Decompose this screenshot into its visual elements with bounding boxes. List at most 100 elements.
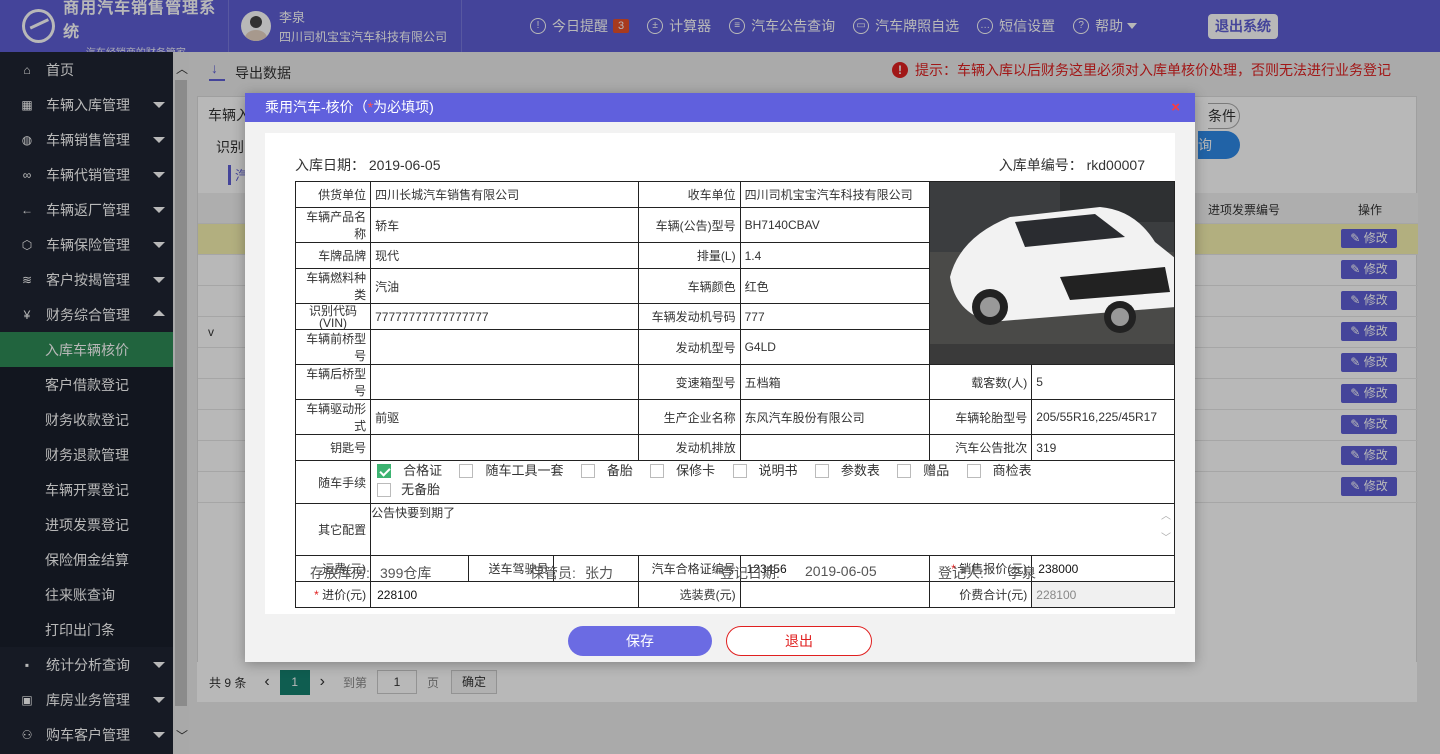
checkbox-params[interactable]: 参数表 [814, 463, 880, 479]
exit-button[interactable]: 退出 [726, 626, 872, 656]
rear-axle-label: 车辆后桥型号 [294, 364, 372, 400]
receiver-field[interactable]: 四川司机宝宝汽车科技有限公司 [739, 181, 931, 208]
reg-date-value: 2019-06-05 [805, 563, 877, 579]
textarea-scroll-icon[interactable]: ︿ ﹀ [1160, 506, 1172, 552]
batch-label: 汽车公告批次 [929, 434, 1033, 461]
checkbox-manual[interactable]: 说明书 [732, 463, 798, 479]
in-no-value: rkd00007 [1086, 157, 1145, 173]
brand-label: 车牌品牌 [294, 242, 372, 269]
vin-field[interactable]: 77777777777777777 [370, 303, 639, 330]
receiver-label: 收车单位 [637, 181, 741, 208]
pricing-dialog: 乘用汽车-核价（*为必填项) × 入库日期： 2019-06-05 入库单编号：… [245, 93, 1195, 662]
vehicle-form: 供货单位 四川长城汽车销售有限公司 收车单位 四川司机宝宝汽车科技有限公司 车辆… [294, 181, 1175, 608]
accessories-group: 合格证 随车工具一套 备胎 保修卡 说明书 参数表 赠品 商检表 无备胎 [370, 460, 1175, 504]
front-axle-field[interactable] [370, 329, 639, 365]
drive-field[interactable]: 前驱 [370, 399, 639, 435]
checkbox-icon[interactable] [897, 464, 912, 478]
checkbox-label: 保修卡 [676, 463, 716, 478]
checkbox-label: 说明书 [758, 463, 798, 478]
option-fee-label: 选装费(元) [637, 581, 741, 608]
supplier-field[interactable]: 四川长城汽车销售有限公司 [370, 181, 639, 208]
emission-field[interactable] [739, 434, 931, 461]
close-icon[interactable]: × [1171, 99, 1180, 116]
cost-field[interactable]: 228100 [370, 581, 639, 608]
required-star: * [314, 588, 323, 602]
keeper-label: 保管员: [530, 565, 576, 581]
key-label: 钥匙号 [294, 434, 372, 461]
fuel-field[interactable]: 汽油 [370, 268, 639, 304]
checkbox-tools[interactable]: 随车工具一套 [459, 463, 563, 479]
emission-label: 发动机排放 [637, 434, 741, 461]
color-field[interactable]: 红色 [739, 268, 931, 304]
title-text: 乘用汽车-核价（ [265, 99, 368, 115]
in-no: 入库单编号： rkd00007 [999, 155, 1145, 175]
title-end: 为必填项) [373, 99, 434, 115]
checkbox-inspection[interactable]: 商检表 [966, 463, 1032, 479]
engine-no-field[interactable]: 777 [739, 303, 931, 330]
seats-field[interactable]: 5 [1031, 364, 1175, 400]
accessories-label: 随车手续 [294, 460, 372, 504]
save-button[interactable]: 保存 [568, 626, 712, 656]
front-axle-label: 车辆前桥型号 [294, 329, 372, 365]
total-field: 228100 [1031, 581, 1175, 608]
seats-label: 载客数(人) [929, 364, 1033, 400]
option-fee-field[interactable] [739, 581, 931, 608]
batch-field[interactable]: 319 [1031, 434, 1175, 461]
sale-price-value[interactable]: 238000 [1036, 557, 1170, 581]
in-date: 入库日期： 2019-06-05 [295, 155, 441, 175]
checkbox-gift[interactable]: 赠品 [897, 463, 949, 479]
brand-field[interactable]: 现代 [370, 242, 639, 269]
registrar-label: 登记人: [938, 565, 984, 581]
sale-price-field[interactable]: 238000 [1031, 555, 1175, 582]
total-label: 价费合计(元) [929, 581, 1033, 608]
store-value: 399仓库 [380, 565, 432, 581]
dialog-body: 入库日期： 2019-06-05 入库单编号： rkd00007 供货单位 四川… [265, 133, 1175, 614]
product-label: 车辆产品名称 [294, 207, 372, 243]
rear-axle-field[interactable] [370, 364, 639, 400]
displacement-label: 排量(L) [637, 242, 741, 269]
checkbox-no-spare[interactable]: 无备胎 [377, 482, 440, 498]
gearbox-field[interactable]: 五档箱 [739, 364, 931, 400]
maker-field[interactable]: 东风汽车股份有限公司 [739, 399, 931, 435]
store-label: 存放库房: [310, 565, 370, 581]
model-field[interactable]: BH7140CBAV [739, 207, 931, 243]
reg-date-label: 登记日期: [720, 565, 780, 581]
in-date-value: 2019-06-05 [368, 157, 441, 173]
registrar-value: 李泉 [1008, 565, 1036, 581]
checkbox-icon[interactable] [966, 464, 981, 478]
displacement-field[interactable]: 1.4 [739, 242, 931, 269]
checkbox-icon[interactable] [377, 483, 392, 497]
cost-label: * 进价(元) [294, 581, 372, 608]
checkbox-icon[interactable] [732, 464, 747, 478]
other-config-textarea[interactable]: 公告快要到期了 ︿ ﹀ [370, 503, 1175, 556]
product-field[interactable]: 轿车 [370, 207, 639, 243]
in-date-label: 入库日期： [295, 157, 365, 173]
dialog-title: 乘用汽车-核价（*为必填项) [245, 93, 1195, 122]
checkbox-warranty[interactable]: 保修卡 [650, 463, 715, 479]
checkbox-icon[interactable] [459, 464, 474, 478]
car-image [930, 182, 1174, 344]
model-label: 车辆(公告)型号 [637, 207, 741, 243]
engine-model-field[interactable]: G4LD [739, 329, 931, 365]
checkbox-icon[interactable] [814, 464, 829, 478]
cost-value[interactable]: 228100 [375, 583, 634, 607]
checkbox-checked-icon[interactable] [377, 464, 392, 478]
checkbox-cert[interactable]: 合格证 [377, 463, 442, 479]
drive-label: 车辆驱动形式 [294, 399, 372, 435]
engine-model-label: 发动机型号 [637, 329, 741, 365]
checkbox-icon[interactable] [580, 464, 595, 478]
key-field[interactable] [370, 434, 639, 461]
fuel-label: 车辆燃料种类 [294, 268, 372, 304]
other-config-value: 公告快要到期了 [371, 506, 456, 520]
checkbox-icon[interactable] [650, 464, 665, 478]
dialog-footer-info: 存放库房: 399仓库 保管员: 张力 登记日期: 2019-06-05 登记人… [295, 563, 1036, 583]
vin-label: 识别代码(VIN) [294, 303, 372, 330]
checkbox-spare[interactable]: 备胎 [580, 463, 633, 479]
tire-label: 车辆轮胎型号 [929, 399, 1033, 435]
engine-no-label: 车辆发动机号码 [637, 303, 741, 330]
checkbox-label: 备胎 [606, 463, 633, 478]
tire-field[interactable]: 205/55R16,225/45R17 [1031, 399, 1175, 435]
other-config-label: 其它配置 [294, 503, 372, 556]
cost-label-text: 进价(元) [322, 588, 367, 602]
supplier-label: 供货单位 [294, 181, 372, 208]
